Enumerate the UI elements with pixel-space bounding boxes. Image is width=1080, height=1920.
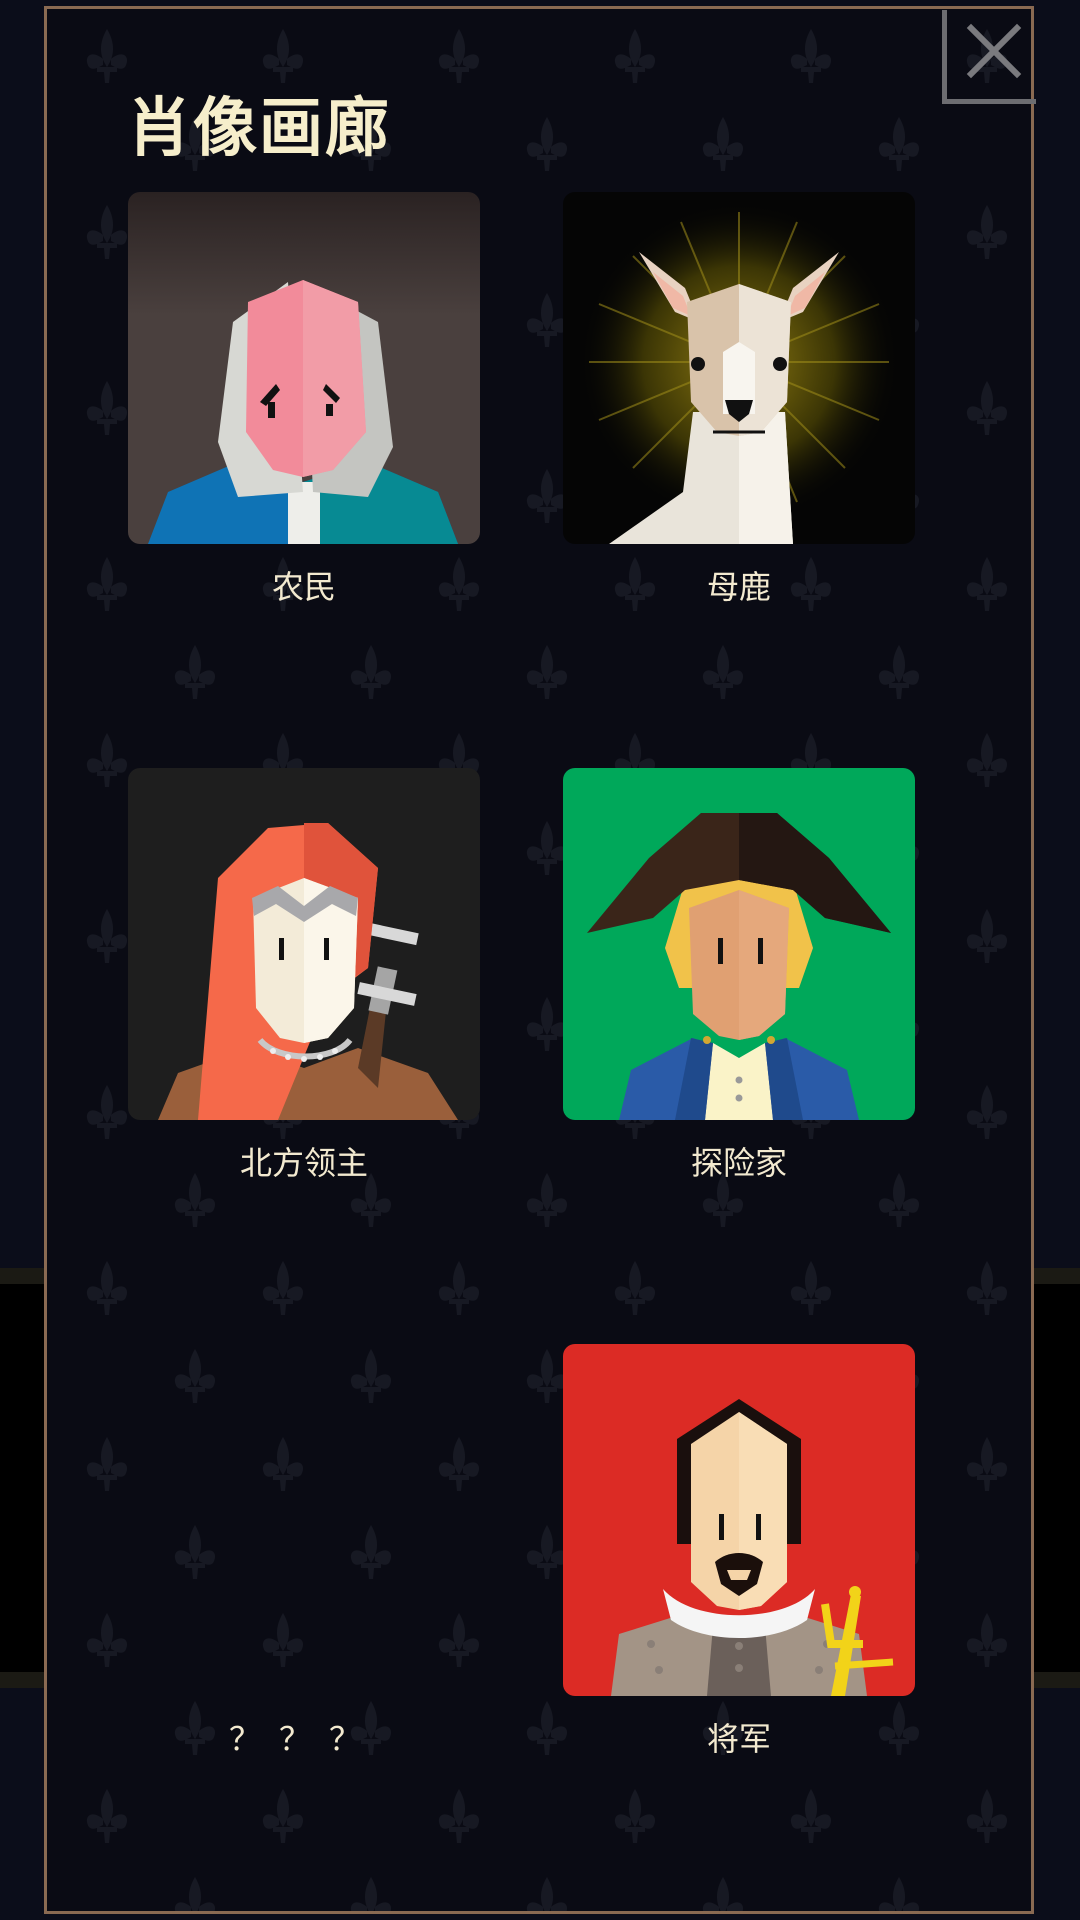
northern-lord-portrait: [128, 768, 480, 1120]
general-portrait: [563, 1344, 915, 1696]
portrait-name: ？？？: [228, 1720, 379, 1758]
portrait-card-doe[interactable]: 母鹿: [563, 192, 915, 608]
doe-portrait: [563, 192, 915, 544]
portrait-name: 探险家: [690, 1144, 787, 1182]
page-title: 肖像画廊: [127, 92, 391, 166]
portrait-card-locked[interactable]: ？？？: [128, 1344, 480, 1760]
peasant-portrait: [128, 192, 480, 544]
portrait-name: 将军: [706, 1720, 771, 1758]
portrait-name: 北方领主: [239, 1144, 368, 1182]
portrait-card-peasant[interactable]: 农民: [128, 192, 480, 608]
explorer-portrait: [563, 768, 915, 1120]
close-button[interactable]: [942, 10, 1036, 104]
portrait-card-general[interactable]: 将军: [563, 1344, 915, 1760]
close-icon: [966, 23, 1022, 79]
portrait-name: 母鹿: [706, 568, 771, 606]
portrait-card-northern-lord[interactable]: 北方领主: [128, 768, 480, 1184]
locked-portrait: [128, 1344, 480, 1696]
portrait-gallery-panel: 肖像画廊 农民 母鹿 北方领主 探险家 ？？？ 将军: [44, 6, 1034, 1914]
portrait-card-explorer[interactable]: 探险家: [563, 768, 915, 1184]
portrait-name: 农民: [271, 568, 336, 606]
